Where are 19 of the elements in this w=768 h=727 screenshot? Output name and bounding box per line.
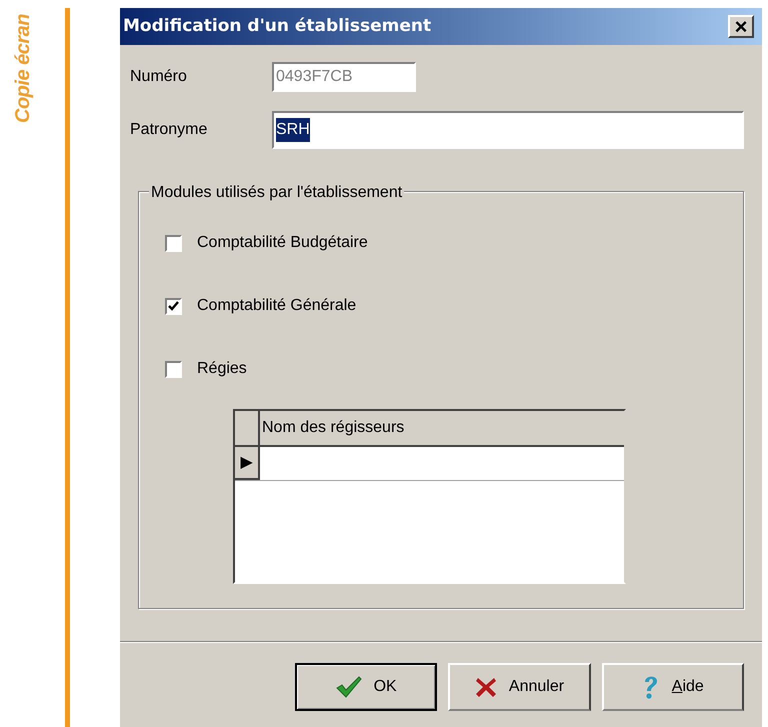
side-label: Copie écran: [11, 14, 35, 123]
check-icon: [336, 676, 362, 698]
ok-button[interactable]: OK: [295, 663, 438, 711]
window-title: Modification d'un établissement: [123, 14, 432, 38]
checkbox[interactable]: [165, 360, 182, 378]
help-button[interactable]: Aide: [602, 663, 744, 711]
row-indicator: ▶: [235, 447, 260, 480]
close-button[interactable]: ×: [728, 15, 754, 38]
checkbox[interactable]: [165, 234, 182, 252]
cross-icon: [474, 676, 497, 698]
checkbox[interactable]: [165, 298, 182, 314]
input-field[interactable]: SRH: [272, 111, 744, 149]
field-label: Patronyme: [130, 120, 208, 140]
checkbox-label: Comptabilité Générale: [197, 296, 356, 316]
cancel-button[interactable]: Annuler: [448, 663, 591, 711]
checkbox-label: Comptabilité Budgétaire: [197, 233, 368, 253]
column-header[interactable]: Nom des régisseurs: [260, 411, 624, 445]
field-label: Numéro: [130, 67, 188, 87]
checkbox-label: Régies: [197, 359, 247, 379]
